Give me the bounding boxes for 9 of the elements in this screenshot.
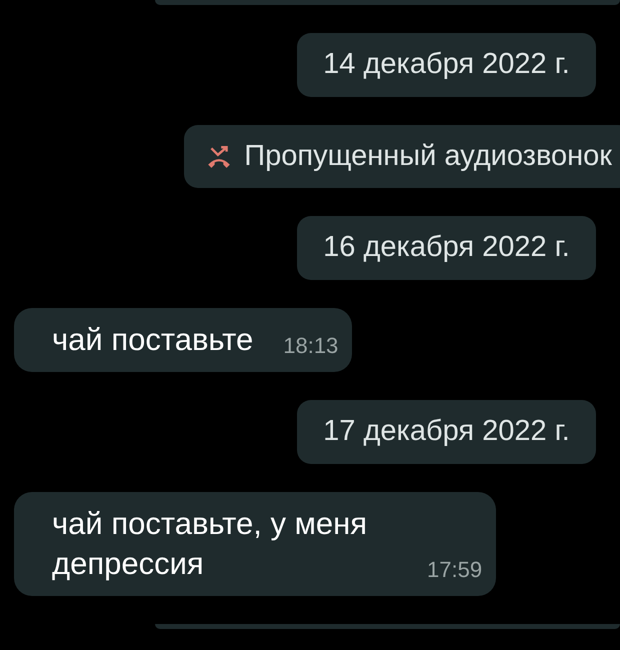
message-text: чай поставьте, у меня депрессия (52, 505, 368, 583)
message-time: 17:59 (427, 556, 482, 584)
date-label: 14 декабря 2022 г. (297, 33, 596, 97)
message-text: чай поставьте (52, 321, 254, 359)
missed-call-text: Пропущенный аудиозвонок (244, 138, 612, 174)
date-label: 16 декабря 2022 г. (297, 216, 596, 280)
missed-call-icon (206, 144, 232, 170)
message-time: 18:13 (283, 332, 338, 360)
date-label: 17 декабря 2022 г. (297, 400, 596, 464)
